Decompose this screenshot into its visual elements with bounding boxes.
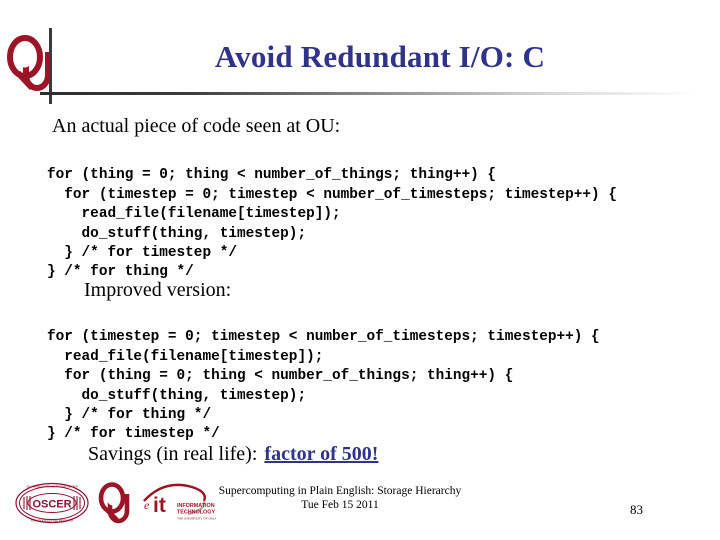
intro-text: An actual piece of code seen at OU: — [52, 115, 341, 137]
footer-date-line: Tue Feb 15 2011 — [301, 499, 379, 511]
oscer-seal-icon: OSCER OKLAHOMA SUPERCOMPUTING CENTER FOR… — [14, 482, 90, 524]
savings-line: Savings (in real life): factor of 500! — [88, 441, 378, 467]
svg-text:OKLAHOMA SUPERCOMPUTING CENTER: OKLAHOMA SUPERCOMPUTING CENTER — [26, 485, 78, 489]
it-logo-line3: THE UNIVERSITY OF OKLAHOMA — [177, 517, 216, 521]
footer-text: Supercomputing in Plain English: Storage… — [160, 484, 520, 512]
savings-label: Savings (in real life): — [88, 443, 258, 465]
page-title: Avoid Redundant I/O: C — [214, 39, 546, 74]
svg-text:FOR EDUCATION AND RESEARCH: FOR EDUCATION AND RESEARCH — [31, 519, 74, 523]
code-block-improved: for (timestep = 0; timestep < number_of_… — [47, 329, 600, 443]
header-horizontal-rule — [40, 92, 712, 95]
ou-logo-icon — [98, 481, 136, 525]
svg-text:OSCER: OSCER — [32, 499, 71, 511]
slide-number: 83 — [630, 502, 643, 517]
ou-logo-icon — [6, 33, 54, 95]
slide-header: Avoid Redundant I/O: C — [0, 0, 720, 105]
code-block-original: for (thing = 0; thing < number_of_things… — [47, 167, 617, 281]
improved-version-heading: Improved version: — [84, 279, 232, 301]
savings-value: factor of 500! — [264, 443, 379, 465]
svg-text:e: e — [144, 498, 150, 512]
footer-title-line: Supercomputing in Plain English: Storage… — [218, 485, 462, 497]
